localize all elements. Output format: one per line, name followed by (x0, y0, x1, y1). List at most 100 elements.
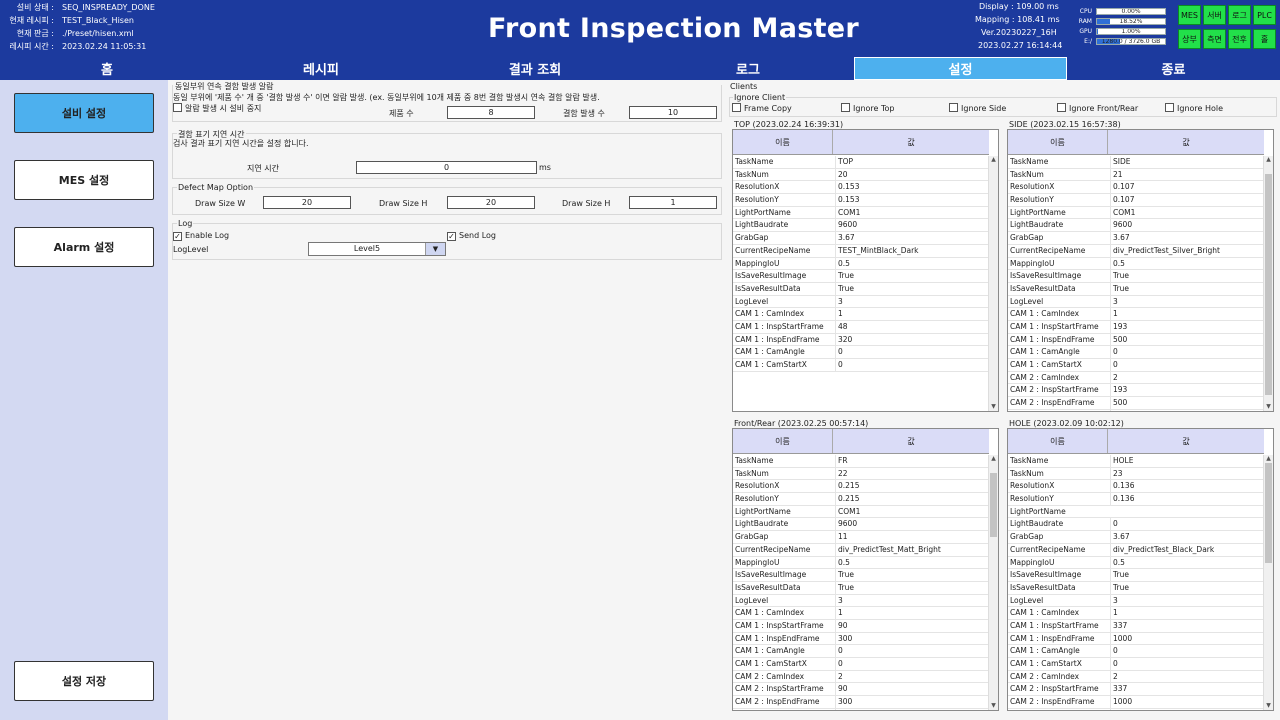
table-row[interactable]: CAM 1 : InspEndFrame 320 (733, 333, 989, 347)
ignore-side-box[interactable] (949, 103, 958, 112)
table-row[interactable]: CAM 2 : CamIndex 2 (1008, 371, 1264, 385)
mes-settings-button[interactable]: MES 설정 (14, 160, 154, 200)
table-row[interactable]: CAM 1 : InspEndFrame 1000 (1008, 632, 1264, 646)
column-name-header[interactable]: 이름 (1008, 130, 1108, 154)
scrollbar-thumb[interactable] (990, 473, 997, 537)
side-status-button[interactable]: 측면 (1203, 29, 1226, 49)
table-row[interactable]: CAM 1 : CamStartX 0 (733, 359, 989, 372)
server-status-button[interactable]: 서버 (1203, 5, 1226, 25)
table-row[interactable]: CAM 1 : CamIndex 1 (1008, 607, 1264, 620)
column-value-header[interactable]: 값 (833, 130, 989, 154)
column-value-header[interactable]: 값 (1108, 429, 1264, 453)
ignore-hole-checkbox[interactable]: Ignore Hole (1165, 103, 1223, 113)
scroll-down-icon[interactable]: ▼ (989, 403, 998, 411)
save-settings-button[interactable]: 설정 저장 (14, 661, 154, 701)
delay-time-input[interactable]: 0 (356, 161, 537, 174)
client-property-table[interactable]: 이름 값 TaskName TOP TaskNum 20 ResolutionX 0.153 R… (732, 129, 999, 412)
alarm-stop-checkbox[interactable]: 알람 발생 시 설비 중지 (173, 103, 261, 114)
table-row[interactable]: CAM 2 : InspEndFrame 300 (733, 696, 989, 709)
table-row[interactable]: TaskName TOP (733, 156, 989, 169)
table-row[interactable]: LogLevel 3 (1008, 594, 1264, 608)
table-row[interactable]: CAM 2 : InspEndFrame 500 (1008, 397, 1264, 410)
table-row[interactable]: LightPortName COM1 (733, 206, 989, 220)
log-status-button[interactable]: 로그 (1228, 5, 1251, 25)
equipment-settings-button[interactable]: 설비 설정 (14, 93, 154, 133)
table-row[interactable]: GrabGap 11 (733, 531, 989, 544)
table-row[interactable]: IsSaveResultData True (733, 581, 989, 595)
defect-count-input[interactable]: 10 (629, 106, 717, 119)
table-row[interactable]: LightPortName COM1 (1008, 206, 1264, 220)
vertical-scrollbar[interactable]: ▲ ▼ (1263, 455, 1273, 710)
table-row[interactable]: MappingIoU 0.5 (1008, 257, 1264, 271)
column-value-header[interactable]: 값 (1108, 130, 1264, 154)
table-row[interactable]: LightBaudrate 0 (1008, 518, 1264, 532)
frame-copy-box[interactable] (732, 103, 741, 112)
table-row[interactable]: CAM 2 : CamAngle 0 (733, 708, 989, 710)
tab-results[interactable]: 결과 조회 (428, 57, 642, 80)
table-row[interactable]: CurrentRecipeName div_PredictTest_Matt_Br… (733, 543, 989, 557)
ignore-top-box[interactable] (841, 103, 850, 112)
tab-home[interactable]: 홈 (0, 57, 214, 80)
table-row[interactable]: ResolutionX 0.215 (733, 480, 989, 494)
table-row[interactable]: IsSaveResultData True (1008, 581, 1264, 595)
table-row[interactable]: IsSaveResultImage True (1008, 270, 1264, 283)
enable-log-checkbox[interactable]: ✓ Enable Log (173, 231, 229, 241)
table-row[interactable]: ResolutionY 0.136 (1008, 493, 1264, 506)
log-level-select[interactable]: Level5 ▼ (308, 242, 446, 256)
scroll-down-icon[interactable]: ▼ (989, 702, 998, 710)
send-log-checkbox[interactable]: ✓ Send Log (447, 231, 496, 241)
table-row[interactable]: CAM 2 : InspEndFrame 1000 (1008, 696, 1264, 709)
hole-status-button[interactable]: 홀 (1253, 29, 1276, 49)
scrollbar-thumb[interactable] (1265, 174, 1272, 395)
client-property-table[interactable]: 이름 값 TaskName HOLE TaskNum 23 ResolutionX 0.136… (1007, 428, 1274, 711)
client-property-table[interactable]: 이름 값 TaskName FR TaskNum 22 ResolutionX 0.215 Re… (732, 428, 999, 711)
ignore-side-checkbox[interactable]: Ignore Side (949, 103, 1006, 113)
scroll-down-icon[interactable]: ▼ (1264, 702, 1273, 710)
table-row[interactable]: ResolutionY 0.107 (1008, 194, 1264, 207)
ignore-front-rear-box[interactable] (1057, 103, 1066, 112)
table-row[interactable]: MappingIoU 0.5 (733, 556, 989, 570)
scroll-down-icon[interactable]: ▼ (1264, 403, 1273, 411)
table-row[interactable]: CAM 1 : InspStartFrame 193 (1008, 320, 1264, 334)
table-row[interactable]: IsSaveResultData True (733, 282, 989, 296)
table-row[interactable]: CAM 1 : InspStartFrame 90 (733, 619, 989, 633)
table-row[interactable]: IsSaveResultImage True (1008, 569, 1264, 582)
table-row[interactable]: TaskNum 22 (733, 467, 989, 481)
table-row[interactable]: CAM 1 : InspStartFrame 337 (1008, 619, 1264, 633)
table-row[interactable]: CAM 1 : CamAngle 0 (733, 346, 989, 359)
table-row[interactable]: LightPortName COM1 (733, 505, 989, 519)
table-row[interactable]: LogLevel 3 (733, 594, 989, 608)
table-row[interactable]: LightPortName (1008, 506, 1264, 519)
tab-log[interactable]: 로그 (642, 57, 854, 80)
scroll-up-icon[interactable]: ▲ (989, 455, 998, 463)
scroll-up-icon[interactable]: ▲ (1264, 156, 1273, 164)
table-row[interactable]: CurrentRecipeName TEST_MintBlack_Dark (733, 244, 989, 258)
column-name-header[interactable]: 이름 (1008, 429, 1108, 453)
table-row[interactable]: CAM 1 : CamIndex 1 (733, 308, 989, 321)
product-count-input[interactable]: 8 (447, 106, 535, 119)
alarm-stop-box[interactable] (173, 103, 182, 112)
ignore-front-rear-checkbox[interactable]: Ignore Front/Rear (1057, 103, 1138, 113)
table-row[interactable]: ResolutionX 0.153 (733, 181, 989, 195)
scrollbar-thumb[interactable] (1265, 463, 1272, 563)
table-row[interactable]: MappingIoU 0.5 (1008, 556, 1264, 570)
table-row[interactable]: IsSaveResultData True (1008, 282, 1264, 296)
alarm-settings-button[interactable]: Alarm 설정 (14, 227, 154, 267)
table-row[interactable]: CAM 1 : CamAngle 0 (733, 645, 989, 658)
tab-exit[interactable]: 종료 (1067, 57, 1280, 80)
table-row[interactable]: MappingIoU 0.5 (733, 257, 989, 271)
table-row[interactable]: TaskName HOLE (1008, 455, 1264, 468)
table-row[interactable]: TaskName SIDE (1008, 156, 1264, 169)
ignore-top-checkbox[interactable]: Ignore Top (841, 103, 894, 113)
table-row[interactable]: ResolutionX 0.107 (1008, 181, 1264, 195)
client-property-table[interactable]: 이름 값 TaskName SIDE TaskNum 21 ResolutionX 0.107… (1007, 129, 1274, 412)
table-row[interactable]: LightBaudrate 9600 (733, 219, 989, 233)
dropdown-arrow-icon[interactable]: ▼ (425, 243, 445, 255)
table-row[interactable]: CAM 2 : InspStartFrame 193 (1008, 384, 1264, 398)
table-row[interactable]: ResolutionX 0.136 (1008, 480, 1264, 494)
table-row[interactable]: TaskNum 23 (1008, 467, 1264, 481)
draw-h2-input[interactable]: 1 (629, 196, 717, 209)
table-row[interactable]: GrabGap 3.67 (1008, 531, 1264, 544)
table-row[interactable]: ResolutionY 0.215 (733, 493, 989, 506)
scroll-up-icon[interactable]: ▲ (989, 156, 998, 164)
